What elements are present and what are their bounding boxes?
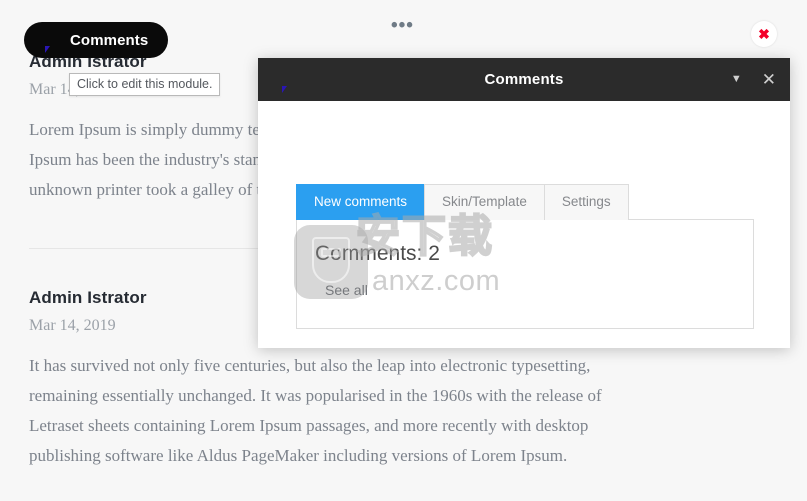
- close-icon[interactable]: ✕: [762, 71, 776, 88]
- comments-badge-label: Comments: [70, 31, 149, 49]
- tab-settings[interactable]: Settings: [543, 184, 629, 220]
- see-all-link[interactable]: See all: [325, 282, 368, 298]
- tab-skin-template[interactable]: Skin/Template: [424, 184, 545, 220]
- close-icon: ✖: [758, 26, 770, 42]
- tab-new-comments[interactable]: New comments: [296, 184, 426, 220]
- edit-module-tooltip: Click to edit this module.: [69, 73, 221, 96]
- ellipsis-icon[interactable]: •••: [391, 16, 414, 35]
- modal-header-controls: ▼ ✕: [731, 58, 776, 101]
- comment-bubble-icon: [36, 29, 60, 53]
- comments-module-badge[interactable]: Comments: [24, 22, 169, 58]
- comments-count-label: Comments: 2: [315, 242, 440, 265]
- modal-body: New comments Skin/Template Settings Comm…: [258, 101, 790, 348]
- modal-header: Comments ▼ ✕: [258, 58, 790, 101]
- post-body: It has survived not only five centuries,…: [29, 356, 602, 465]
- comment-bubble-icon: [272, 67, 298, 93]
- page-root: Comments Admin Istrator Mar 14, 2019 Lor…: [0, 0, 807, 501]
- chevron-down-icon[interactable]: ▼: [731, 74, 742, 85]
- new-comments-panel: Comments: 2 See all: [296, 219, 754, 329]
- modal-tabs: New comments Skin/Template Settings: [296, 184, 629, 220]
- comments-modal: Comments ▼ ✕ New comments Skin/Template …: [258, 58, 790, 348]
- modal-title: Comments: [484, 71, 564, 88]
- close-overlay-button[interactable]: ✖: [751, 21, 777, 47]
